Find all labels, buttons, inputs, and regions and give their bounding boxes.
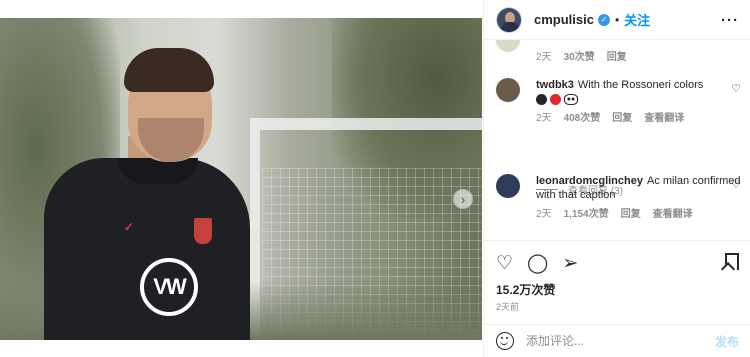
commenter-avatar[interactable] <box>496 174 520 198</box>
comment-item: leonardomcglinchey Ac milan confirmed wit… <box>496 174 741 222</box>
post-likes-count[interactable]: 15.2万次赞 <box>496 281 739 298</box>
post-time-ago: 2天前 <box>496 302 520 312</box>
comment-meta: 2天 408次赞 回复 查看翻译 <box>536 112 741 126</box>
heart-icon[interactable]: ♡ <box>731 178 741 191</box>
vw-logo: VW <box>140 258 198 316</box>
red-circle-icon <box>550 94 561 105</box>
emoji-smile-icon[interactable] <box>496 332 514 350</box>
comment-time: 2天 <box>536 52 552 63</box>
comments-list[interactable]: 2天 30次赞 回复 twdbk3 With the Rossoneri colo… <box>484 40 750 240</box>
usa-crest <box>194 218 212 244</box>
share-paper-plane-icon[interactable]: ➢ <box>562 254 578 273</box>
action-icons: ♡ ◯ ➢ <box>496 251 739 275</box>
post-actions: ♡ ◯ ➢ 15.2万次赞 2天前 <box>484 240 750 313</box>
post-comment-button[interactable]: 发布 <box>715 333 739 350</box>
verified-badge-icon: ✓ <box>597 13 610 26</box>
comment-item: twdbk3 With the Rossoneri colors ●● 2天 40… <box>496 78 741 126</box>
instagram-post: ✓ VW › cmpulisic ✓ • 关注 ··· 2天 30次赞 回复 t… <box>0 0 750 357</box>
comment-likes[interactable]: 1,154次赞 <box>564 208 609 222</box>
previous-comment-avatar[interactable] <box>496 40 520 52</box>
nike-logo-icon: ✓ <box>124 220 135 234</box>
vw-logo-text: VW <box>153 274 186 299</box>
comment-text: With the Rossoneri colors <box>577 79 704 91</box>
comment-meta: 2天 1,154次赞 回复 查看翻译 <box>536 208 741 222</box>
commenter-username[interactable]: leonardomcglinchey <box>536 175 643 187</box>
comment-reply-button[interactable]: 回复 <box>607 48 627 63</box>
header-separator: • <box>614 12 620 27</box>
eyes-icon: ●● <box>564 94 578 105</box>
post-side-panel: cmpulisic ✓ • 关注 ··· 2天 30次赞 回复 twdbk3 Wi… <box>483 0 750 357</box>
heart-icon[interactable]: ♡ <box>731 82 741 95</box>
comment-body: leonardomcglinchey Ac milan confirmed wit… <box>536 174 741 222</box>
add-comment-bar: 发布 <box>484 324 750 357</box>
comment-input[interactable] <box>526 334 715 348</box>
more-horizontal-icon[interactable]: ··· <box>721 12 739 29</box>
comment-body: twdbk3 With the Rossoneri colors ●● 2天 40… <box>536 78 741 126</box>
see-translation-button[interactable]: 查看翻译 <box>644 112 684 126</box>
follow-button[interactable]: 关注 <box>624 10 650 29</box>
author-username[interactable]: cmpulisic <box>534 12 594 27</box>
comment-likes[interactable]: 408次赞 <box>564 112 601 126</box>
comment-likes[interactable]: 30次赞 <box>564 48 595 63</box>
author-avatar[interactable] <box>496 6 522 33</box>
post-header: cmpulisic ✓ • 关注 ··· <box>484 0 750 40</box>
player-hair <box>124 48 214 92</box>
comment-time: 2天 <box>536 113 552 124</box>
post-photo[interactable]: ✓ VW › <box>0 18 482 340</box>
bookmark-icon[interactable] <box>725 253 739 270</box>
commenter-username[interactable]: twdbk3 <box>536 79 574 91</box>
comment-reply-button[interactable]: 回复 <box>612 112 632 126</box>
previous-comment-meta: 2天 30次赞 回复 <box>536 48 627 63</box>
comment-time: 2天 <box>536 209 552 220</box>
player-jacket <box>44 158 250 340</box>
next-photo-button[interactable]: › <box>453 189 473 209</box>
comment-emojis: ●● <box>536 94 741 105</box>
comment-reply-button[interactable]: 回复 <box>621 208 641 222</box>
like-heart-icon[interactable]: ♡ <box>496 254 513 273</box>
black-circle-icon <box>536 94 547 105</box>
comment-bubble-icon[interactable]: ◯ <box>527 254 548 273</box>
commenter-avatar[interactable] <box>496 78 520 102</box>
chevron-right-icon: › <box>460 191 466 207</box>
see-translation-button[interactable]: 查看翻译 <box>653 208 693 222</box>
